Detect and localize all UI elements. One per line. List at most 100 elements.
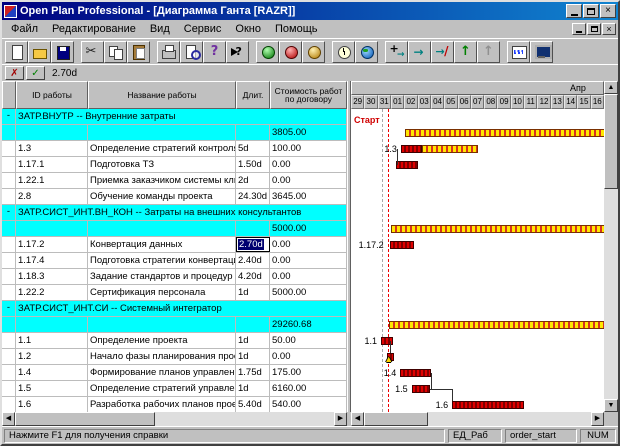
- table-row[interactable]: 1.2Начало фазы планирования проекта1d0.0…: [2, 349, 347, 365]
- cut-button[interactable]: [81, 41, 104, 63]
- up-gray-icon: [481, 44, 497, 60]
- cell-duration-editing[interactable]: 2.70d: [236, 237, 270, 252]
- globe-button[interactable]: [355, 41, 378, 63]
- link-button[interactable]: [408, 41, 431, 63]
- vertical-scroll-thumb[interactable]: [604, 94, 618, 189]
- ball-green-button[interactable]: [256, 41, 279, 63]
- task-bar[interactable]: [390, 241, 414, 249]
- table-horizontal-scrollbar[interactable]: ◀ ▶: [2, 412, 347, 426]
- copy-button[interactable]: [104, 41, 127, 63]
- table-row[interactable]: 1.22.2Сертификация персонала1d5000.00: [2, 285, 347, 301]
- open-button[interactable]: [28, 41, 51, 63]
- task-bar[interactable]: [400, 369, 431, 377]
- menu-item-3[interactable]: Сервис: [177, 22, 229, 36]
- day-header: 09: [497, 95, 510, 109]
- cell-task-name: Разработка рабочих планов проекта: [88, 397, 236, 412]
- table-row[interactable]: 1.22.1Приемка заказчиком системы клиент2…: [2, 173, 347, 189]
- ball-red-button[interactable]: [279, 41, 302, 63]
- table-row[interactable]: 1.18.3Задание стандартов и процедур по д…: [2, 269, 347, 285]
- collapse-toggle[interactable]: -: [2, 301, 16, 316]
- table-row[interactable]: 1.4Формирование планов управления1.75d17…: [2, 365, 347, 381]
- table-row[interactable]: 1.17.4Подготовка стратегии конвертации2.…: [2, 253, 347, 269]
- menu-item-4[interactable]: Окно: [228, 22, 268, 36]
- table-row[interactable]: 2.8Обучение команды проекта24.30d3645.00: [2, 189, 347, 205]
- edit-value-field[interactable]: 2.70d: [52, 68, 77, 79]
- summary-bar[interactable]: [391, 225, 604, 233]
- table-scroll-thumb[interactable]: [15, 412, 155, 426]
- vertical-scroll-track[interactable]: [604, 94, 618, 399]
- help-button[interactable]: [203, 41, 226, 63]
- task-bar[interactable]: [452, 401, 524, 409]
- menu-item-2[interactable]: Вид: [143, 22, 177, 36]
- new-button[interactable]: [5, 41, 28, 63]
- summary-bar[interactable]: [405, 129, 604, 137]
- scroll-right-button[interactable]: ▶: [591, 412, 604, 426]
- scroll-up-button[interactable]: ▲: [604, 81, 618, 94]
- confirm-edit-button[interactable]: ✓: [26, 66, 45, 80]
- up-gray-button[interactable]: [477, 41, 500, 63]
- day-header: 30: [364, 95, 377, 109]
- preview-button[interactable]: [180, 41, 203, 63]
- link-break-button[interactable]: [431, 41, 454, 63]
- scroll-down-button[interactable]: ▼: [604, 399, 618, 412]
- table-row[interactable]: -ЗАТР.СИСТ_ИНТ.СИ -- Системный интеграто…: [2, 301, 347, 317]
- collapse-toggle[interactable]: -: [2, 109, 16, 124]
- table-row[interactable]: 1.5Определение стратегий управления и1d6…: [2, 381, 347, 397]
- table-row[interactable]: 3805.00: [2, 125, 347, 141]
- save-button[interactable]: [51, 41, 74, 63]
- table-row[interactable]: 1.3Определение стратегий контроля и отч5…: [2, 141, 347, 157]
- table-row[interactable]: 1.17.2Конвертация данных2.70d0.00: [2, 237, 347, 253]
- vertical-scrollbar[interactable]: ▲ ▼: [604, 81, 618, 412]
- group-title: ЗАТР.СИСТ_ИНТ.СИ -- Системный интегратор: [16, 301, 347, 316]
- table-row[interactable]: -ЗАТР.ВНУТР -- Внутренние затраты: [2, 109, 347, 125]
- scroll-left-button[interactable]: ◀: [2, 412, 15, 426]
- monitor-button[interactable]: [530, 41, 553, 63]
- milestone-marker[interactable]: ▲: [384, 355, 393, 364]
- print-button[interactable]: [157, 41, 180, 63]
- task-bar[interactable]: [412, 385, 431, 393]
- paste-button[interactable]: [127, 41, 150, 63]
- mdi-close-button[interactable]: ×: [602, 23, 616, 35]
- summary-bar[interactable]: [422, 145, 478, 153]
- table-row[interactable]: 1.6Разработка рабочих планов проекта5.40…: [2, 397, 347, 412]
- gantt-scroll-track[interactable]: [364, 412, 591, 426]
- menu-item-0[interactable]: Файл: [4, 22, 45, 36]
- cell-duration: 5d: [236, 141, 270, 156]
- table-row[interactable]: 1.1Определение проекта1d50.00: [2, 333, 347, 349]
- summary-bar[interactable]: [389, 321, 604, 329]
- table-scroll-track[interactable]: [15, 412, 334, 426]
- task-bar[interactable]: [381, 337, 393, 345]
- scroll-right-button[interactable]: ▶: [334, 412, 347, 426]
- task-bar[interactable]: [401, 145, 422, 153]
- mdi-minimize-button[interactable]: [572, 23, 586, 35]
- up-green-button[interactable]: [454, 41, 477, 63]
- toolbar: [2, 38, 618, 64]
- cell-task-id: 1.5: [16, 381, 88, 396]
- cancel-edit-button[interactable]: ✗: [5, 66, 24, 80]
- scroll-left-button[interactable]: ◀: [351, 412, 364, 426]
- row-gutter: [2, 397, 16, 412]
- menu-item-5[interactable]: Помощь: [268, 22, 325, 36]
- maximize-button[interactable]: [583, 4, 599, 18]
- minimize-button[interactable]: [566, 4, 582, 18]
- table-row[interactable]: 1.17.1Подготовка ТЗ1.50d0.00: [2, 157, 347, 173]
- clock-button[interactable]: [332, 41, 355, 63]
- day-header: 15: [577, 95, 590, 109]
- table-row[interactable]: 5000.00: [2, 221, 347, 237]
- close-button[interactable]: ×: [600, 4, 616, 18]
- chart-button[interactable]: [507, 41, 530, 63]
- table-row[interactable]: -ЗАТР.СИСТ_ИНТ.ВН_КОН -- Затраты на внеш…: [2, 205, 347, 221]
- mdi-restore-button[interactable]: [587, 23, 601, 35]
- row-gutter: [2, 333, 16, 348]
- title-bar[interactable]: Open Plan Professional - [Диаграмма Гант…: [2, 2, 618, 20]
- collapse-toggle[interactable]: -: [2, 205, 16, 220]
- table-row[interactable]: 29260.68: [2, 317, 347, 333]
- help-pointer-button[interactable]: [226, 41, 249, 63]
- gantt-scroll-thumb[interactable]: [364, 412, 428, 426]
- gantt-horizontal-scrollbar[interactable]: ◀ ▶: [351, 412, 604, 426]
- menu-item-1[interactable]: Редактирование: [45, 22, 143, 36]
- cell-task-name: [88, 317, 236, 332]
- ball-gold-button[interactable]: [302, 41, 325, 63]
- task-bar[interactable]: [396, 161, 417, 169]
- link-add-button[interactable]: [385, 41, 408, 63]
